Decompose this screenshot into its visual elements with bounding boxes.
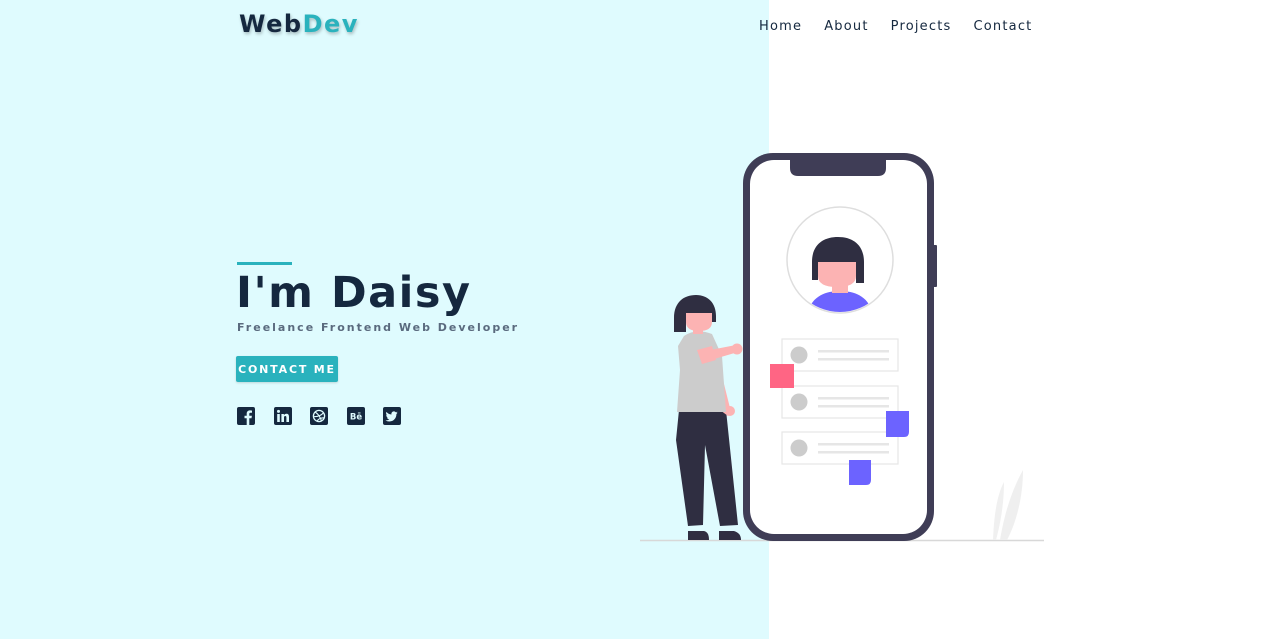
behance-glyph: Bē bbox=[349, 413, 361, 423]
nav-link-contact[interactable]: Contact bbox=[974, 19, 1033, 34]
nav-link-home[interactable]: Home bbox=[759, 19, 802, 34]
main-nav: Home About Projects Contact bbox=[759, 19, 1054, 34]
linkedin-icon[interactable] bbox=[273, 407, 292, 425]
person-illustration bbox=[674, 295, 743, 540]
facebook-icon[interactable] bbox=[237, 407, 255, 425]
nav-link-about[interactable]: About bbox=[824, 19, 868, 34]
hero-title: I'm Daisy bbox=[236, 268, 472, 318]
brand-logo-part2: Dev bbox=[302, 10, 359, 38]
brand-logo[interactable]: WebDev bbox=[239, 10, 359, 38]
nav-link-projects[interactable]: Projects bbox=[891, 19, 952, 34]
contact-me-button[interactable]: CONTACT ME bbox=[236, 356, 338, 382]
social-links: Bē bbox=[237, 407, 420, 425]
hero-illustration bbox=[630, 145, 1050, 550]
hero-subtitle: Freelance Frontend Web Developer bbox=[237, 321, 520, 334]
brand-logo-part1: Web bbox=[239, 10, 303, 38]
behance-icon[interactable]: Bē bbox=[346, 407, 365, 425]
dribbble-icon[interactable] bbox=[310, 407, 328, 425]
plant-leaf-right bbox=[1000, 470, 1023, 540]
phone-illustration bbox=[743, 153, 937, 541]
twitter-icon[interactable] bbox=[383, 407, 401, 425]
